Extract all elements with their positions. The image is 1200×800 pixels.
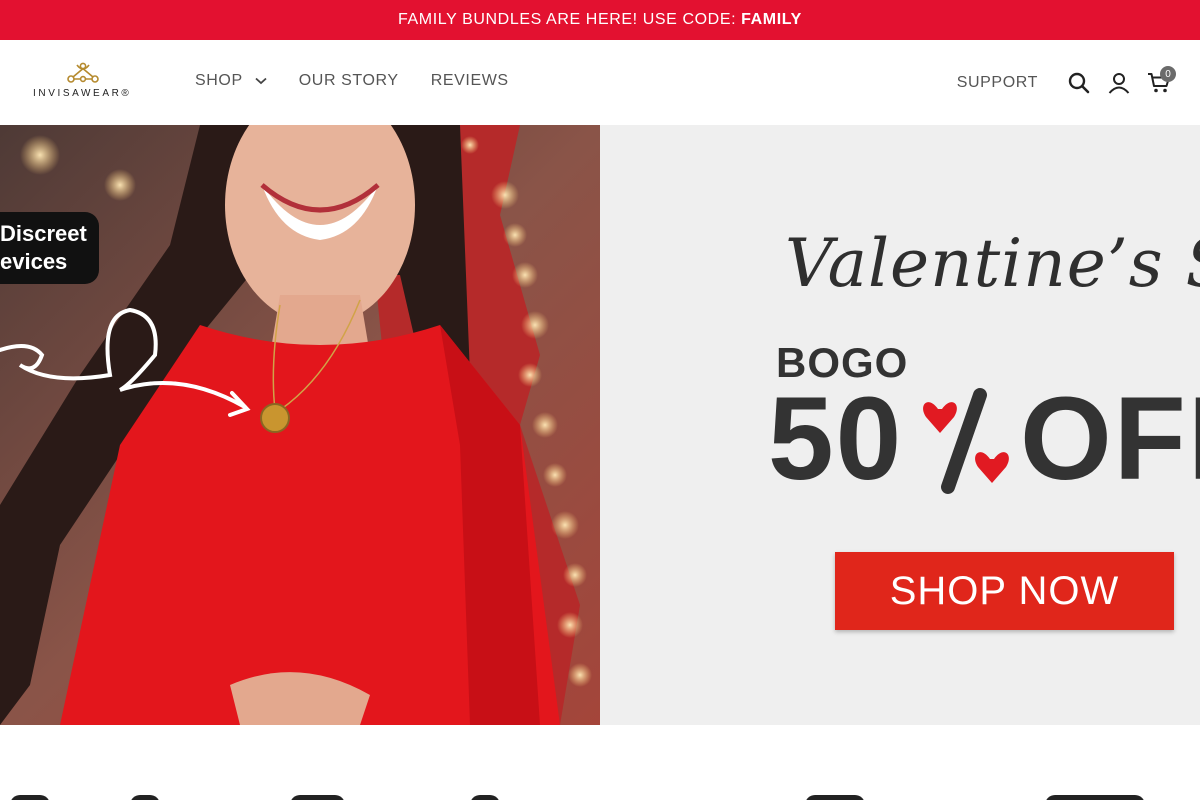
photo-callout-tag: Discreet evices <box>0 212 99 284</box>
press-logo <box>470 795 500 800</box>
header-tools: SUPPORT 0 <box>957 66 1176 98</box>
announcement-bar: FAMILY BUNDLES ARE HERE! USE CODE: FAMIL… <box>0 0 1200 40</box>
account-icon <box>1108 73 1130 94</box>
nav-reviews-label: REVIEWS <box>430 72 509 89</box>
promo-panel: Valentine’s Sale BOGO 50 OFF SHOP NOW <box>600 125 1200 725</box>
sale-title: Valentine’s Sale <box>785 225 1200 302</box>
nav-our-story-label: OUR STORY <box>298 72 399 89</box>
chevron-down-icon <box>255 77 267 85</box>
cart-count-badge: 0 <box>1160 66 1176 82</box>
press-logo <box>290 795 345 800</box>
logo-wordmark: INVISAWEAR® <box>33 88 132 99</box>
off-label: OFF <box>1020 373 1200 505</box>
site-header: INVISAWEAR® SHOP OUR STORY REVIEWS SUPPO… <box>0 40 1200 125</box>
hero-banner[interactable]: Discreet evices Valentine’s Sale BOGO 50… <box>0 125 1200 725</box>
hero-photo: Discreet evices <box>0 125 600 725</box>
press-logo <box>805 795 865 800</box>
nav-shop-label: SHOP <box>195 72 243 89</box>
site-logo[interactable]: INVISAWEAR® <box>33 62 133 104</box>
nav-shop[interactable]: SHOP <box>195 72 267 90</box>
press-logo <box>10 795 50 800</box>
nav-reviews[interactable]: REVIEWS <box>431 72 509 90</box>
press-logo <box>130 795 160 800</box>
logo-mark-icon <box>67 62 99 83</box>
percent-hearts-icon <box>923 388 1009 494</box>
press-logo <box>1045 795 1145 800</box>
search-icon <box>1068 72 1090 94</box>
cart-button[interactable]: 0 <box>1144 66 1176 98</box>
announcement-text: FAMILY BUNDLES ARE HERE! USE CODE: <box>398 11 737 28</box>
account-button[interactable] <box>1104 68 1134 98</box>
search-button[interactable] <box>1064 68 1094 98</box>
discount-number: 50 <box>768 373 904 505</box>
main-nav: SHOP OUR STORY REVIEWS <box>195 72 509 90</box>
support-link[interactable]: SUPPORT <box>957 74 1038 92</box>
nav-our-story[interactable]: OUR STORY <box>299 72 399 90</box>
photo-tag-line2: evices <box>0 249 68 274</box>
press-logos-strip <box>0 725 1200 800</box>
photo-tag-line1: Discreet <box>0 221 87 246</box>
shop-now-button[interactable]: SHOP NOW <box>835 552 1174 630</box>
promo-code: FAMILY <box>741 11 802 28</box>
